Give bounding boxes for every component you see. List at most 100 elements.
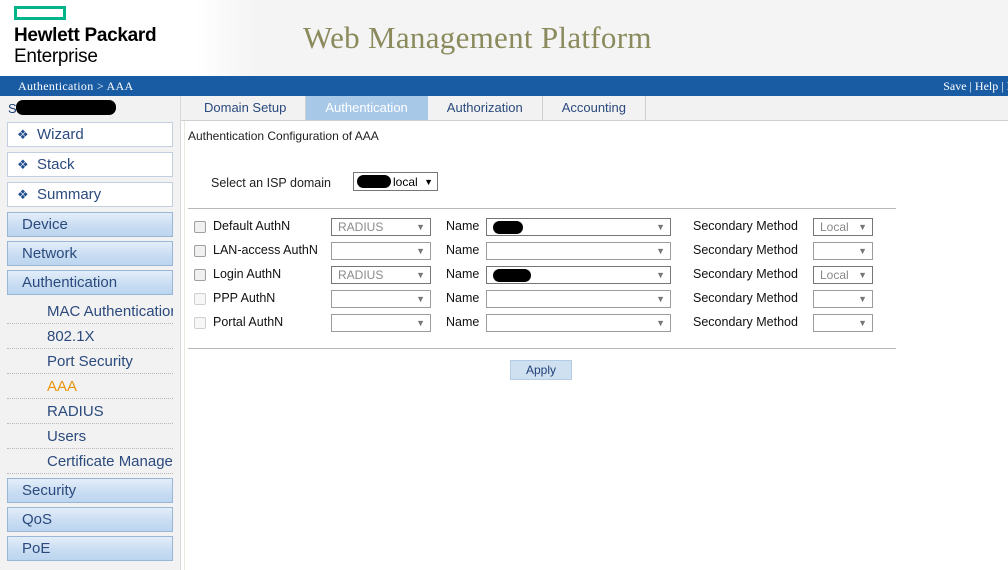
row-label: Login AuthN: [213, 267, 281, 281]
chevron-down-icon: ▼: [416, 271, 425, 280]
sidebar-item-users[interactable]: Users: [7, 424, 173, 449]
chevron-down-icon: ▼: [416, 295, 425, 304]
name-select-default-authn[interactable]: ▼: [486, 218, 671, 236]
name-select-ppp-authn[interactable]: ▼: [486, 290, 671, 308]
tab-domain-setup[interactable]: Domain Setup: [185, 96, 306, 120]
page-banner: Hewlett Packard Enterprise Web Managemen…: [0, 0, 1008, 76]
brand-line-1: Hewlett Packard: [14, 25, 184, 46]
hpe-mark-icon: [14, 6, 66, 20]
name-label: Name: [446, 315, 479, 329]
chevron-down-icon: ▼: [656, 295, 665, 304]
top-links-text[interactable]: Save | Help | L: [943, 79, 1008, 93]
secondary-method-label: Secondary Method: [693, 267, 798, 281]
secondary-select-login-authn[interactable]: Local ▼: [813, 266, 873, 284]
name-select-lan-access-authn[interactable]: ▼: [486, 242, 671, 260]
method-select-login-authn[interactable]: RADIUS ▼: [331, 266, 431, 284]
checkbox-lan-access-authn[interactable]: [194, 245, 206, 257]
sidebar-item-label: Port Security: [47, 353, 133, 370]
table-row: Default AuthN RADIUS ▼ Name ▼ Secondary …: [181, 216, 1008, 240]
tab-authorization[interactable]: Authorization: [428, 96, 543, 120]
checkbox-ppp-authn[interactable]: [194, 293, 206, 305]
top-right-links[interactable]: Save | Help | L: [943, 79, 1008, 94]
method-select-default-authn[interactable]: RADIUS ▼: [331, 218, 431, 236]
tab-accounting[interactable]: Accounting: [543, 96, 646, 120]
chevron-down-icon: ▼: [858, 319, 867, 328]
sidebar-sub-items: MAC Authentication 802.1X Port Security …: [0, 299, 180, 474]
row-label: PPP AuthN: [213, 291, 275, 305]
isp-domain-select[interactable]: local ▼: [353, 172, 438, 191]
chevron-down-icon: ▼: [416, 319, 425, 328]
sidebar-item-qos[interactable]: QoS: [7, 507, 173, 532]
secondary-value: Local: [820, 220, 849, 234]
checkbox-portal-authn[interactable]: [194, 317, 206, 329]
tab-label: Authentication: [325, 100, 407, 115]
sidebar-item-8021x[interactable]: 802.1X: [7, 324, 173, 349]
sidebar-item-summary[interactable]: ❖ Summary: [7, 182, 173, 207]
table-row: PPP AuthN ▼ Name ▼ Secondary Method ▼: [181, 288, 1008, 312]
panel-heading: Authentication Configuration of AAA: [188, 129, 379, 143]
secondary-select-ppp-authn[interactable]: ▼: [813, 290, 873, 308]
name-select-portal-authn[interactable]: ▼: [486, 314, 671, 332]
auth-method-table: Default AuthN RADIUS ▼ Name ▼ Secondary …: [181, 216, 1008, 336]
method-select-ppp-authn[interactable]: ▼: [331, 290, 431, 308]
main-content: Domain Setup Authentication Authorizatio…: [181, 96, 1008, 570]
sidebar-categories-top: Device Network Authentication: [0, 212, 180, 295]
method-select-lan-access-authn[interactable]: ▼: [331, 242, 431, 260]
brand-line-2: Enterprise: [14, 46, 184, 67]
sidebar-item-label: Authentication: [22, 274, 117, 291]
isp-domain-value: local: [393, 175, 418, 189]
sidebar-item-port-security[interactable]: Port Security: [7, 349, 173, 374]
sidebar-item-security[interactable]: Security: [7, 478, 173, 503]
tab-label: Domain Setup: [204, 100, 286, 115]
sidebar-item-device[interactable]: Device: [7, 212, 173, 237]
name-select-login-authn[interactable]: ▼: [486, 266, 671, 284]
page-title: Web Management Platform: [303, 20, 652, 56]
sidebar-item-label: Wizard: [37, 127, 84, 142]
sidebar-item-aaa[interactable]: AAA: [7, 374, 173, 399]
sidebar-item-authentication[interactable]: Authentication: [7, 270, 173, 295]
sidebar-categories-bottom: Security QoS PoE: [0, 478, 180, 561]
tab-authentication[interactable]: Authentication: [306, 96, 427, 120]
sidebar-item-label: AAA: [47, 378, 77, 395]
device-name-redaction: [16, 100, 116, 115]
sidebar-item-label: Network: [22, 245, 77, 262]
isp-domain-redaction: [357, 175, 391, 188]
banner-gradient: [196, 0, 256, 76]
divider-top: [188, 208, 896, 209]
chevron-down-icon: ▼: [656, 271, 665, 280]
sidebar-item-network[interactable]: Network: [7, 241, 173, 266]
breadcrumb: Authentication > AAA: [18, 79, 133, 94]
name-label: Name: [446, 219, 479, 233]
chevron-down-icon: ▼: [656, 223, 665, 232]
method-select-portal-authn[interactable]: ▼: [331, 314, 431, 332]
sidebar-item-label: RADIUS: [47, 403, 104, 420]
chevron-down-icon: ▼: [858, 247, 867, 256]
sidebar-item-label: PoE: [22, 540, 50, 557]
name-label: Name: [446, 243, 479, 257]
secondary-select-default-authn[interactable]: Local ▼: [813, 218, 873, 236]
apply-button[interactable]: Apply: [510, 360, 572, 380]
checkbox-default-authn[interactable]: [194, 221, 206, 233]
sidebar-item-radius[interactable]: RADIUS: [7, 399, 173, 424]
secondary-select-portal-authn[interactable]: ▼: [813, 314, 873, 332]
sidebar-item-certificate-management[interactable]: Certificate Management: [7, 449, 173, 474]
isp-domain-row: Select an ISP domain local ▼: [181, 172, 1008, 200]
sidebar-item-label: Users: [47, 428, 86, 445]
sidebar-item-mac-authentication[interactable]: MAC Authentication: [7, 299, 173, 324]
chevron-down-icon: ▼: [416, 223, 425, 232]
table-row: Login AuthN RADIUS ▼ Name ▼ Secondary Me…: [181, 264, 1008, 288]
row-label: Portal AuthN: [213, 315, 283, 329]
sidebar-item-wizard[interactable]: ❖ Wizard: [7, 122, 173, 147]
sidebar-item-stack[interactable]: ❖ Stack: [7, 152, 173, 177]
secondary-method-label: Secondary Method: [693, 219, 798, 233]
secondary-select-lan-access-authn[interactable]: ▼: [813, 242, 873, 260]
row-label: LAN-access AuthN: [213, 243, 318, 257]
sidebar-item-label: Security: [22, 482, 76, 499]
name-label: Name: [446, 267, 479, 281]
clover-bullet-icon: ❖: [17, 128, 35, 141]
sidebar-item-poe[interactable]: PoE: [7, 536, 173, 561]
clover-bullet-icon: ❖: [17, 158, 35, 171]
checkbox-login-authn[interactable]: [194, 269, 206, 281]
sidebar-item-label: Stack: [37, 157, 75, 172]
divider-bottom: [188, 348, 896, 349]
